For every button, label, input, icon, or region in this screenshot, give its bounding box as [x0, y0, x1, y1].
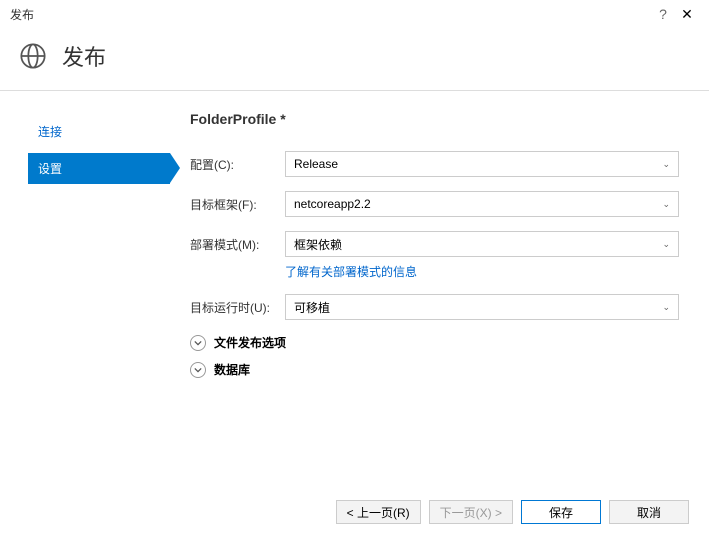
- sidebar-item-settings[interactable]: 设置: [28, 153, 170, 184]
- framework-label: 目标框架(F):: [190, 196, 285, 213]
- framework-select[interactable]: netcoreapp2.2 ⌄: [285, 191, 679, 217]
- chevron-down-icon: ⌄: [662, 159, 670, 170]
- file-publish-expander[interactable]: 文件发布选项: [190, 334, 679, 351]
- config-select[interactable]: Release ⌄: [285, 151, 679, 177]
- chevron-down-icon: ⌄: [662, 199, 670, 210]
- sidebar: 连接 设置: [0, 91, 170, 485]
- runtime-row: 目标运行时(U): 可移植 ⌄: [190, 294, 679, 320]
- page-title: 发布: [62, 40, 106, 72]
- chevron-down-icon: ⌄: [662, 239, 670, 250]
- deploy-mode-link-row: 了解有关部署模式的信息: [190, 263, 679, 280]
- chevron-down-icon: [190, 362, 206, 378]
- main: 连接 设置 FolderProfile * 配置(C): Release ⌄ 目…: [0, 91, 709, 485]
- cancel-button[interactable]: 取消: [609, 500, 689, 524]
- footer: < 上一页(R) 下一页(X) > 保存 取消: [0, 487, 709, 537]
- sidebar-item-label: 连接: [38, 125, 62, 139]
- framework-value: netcoreapp2.2: [294, 197, 371, 211]
- runtime-label: 目标运行时(U):: [190, 299, 285, 316]
- help-button[interactable]: ?: [651, 6, 675, 22]
- header: 发布: [0, 28, 709, 91]
- profile-name: FolderProfile *: [190, 111, 679, 127]
- sidebar-item-connection[interactable]: 连接: [28, 116, 170, 147]
- config-row: 配置(C): Release ⌄: [190, 151, 679, 177]
- framework-row: 目标框架(F): netcoreapp2.2 ⌄: [190, 191, 679, 217]
- deploy-mode-value: 框架依赖: [294, 236, 342, 253]
- chevron-down-icon: ⌄: [662, 302, 670, 313]
- deploy-mode-link[interactable]: 了解有关部署模式的信息: [285, 265, 417, 279]
- content: FolderProfile * 配置(C): Release ⌄ 目标框架(F)…: [170, 91, 709, 485]
- database-expander[interactable]: 数据库: [190, 361, 679, 378]
- runtime-select[interactable]: 可移植 ⌄: [285, 294, 679, 320]
- window-title: 发布: [10, 6, 651, 23]
- database-label: 数据库: [214, 361, 250, 378]
- next-button[interactable]: 下一页(X) >: [429, 500, 513, 524]
- deploy-mode-row: 部署模式(M): 框架依赖 ⌄: [190, 231, 679, 257]
- deploy-mode-select[interactable]: 框架依赖 ⌄: [285, 231, 679, 257]
- prev-button[interactable]: < 上一页(R): [336, 500, 421, 524]
- close-button[interactable]: ✕: [675, 6, 699, 23]
- runtime-value: 可移植: [294, 299, 330, 316]
- titlebar: 发布 ? ✕: [0, 0, 709, 28]
- globe-icon: [18, 41, 48, 71]
- save-button[interactable]: 保存: [521, 500, 601, 524]
- file-publish-label: 文件发布选项: [214, 334, 286, 351]
- deploy-mode-label: 部署模式(M):: [190, 236, 285, 253]
- chevron-down-icon: [190, 335, 206, 351]
- config-label: 配置(C):: [190, 156, 285, 173]
- config-value: Release: [294, 157, 338, 171]
- sidebar-item-label: 设置: [38, 162, 62, 176]
